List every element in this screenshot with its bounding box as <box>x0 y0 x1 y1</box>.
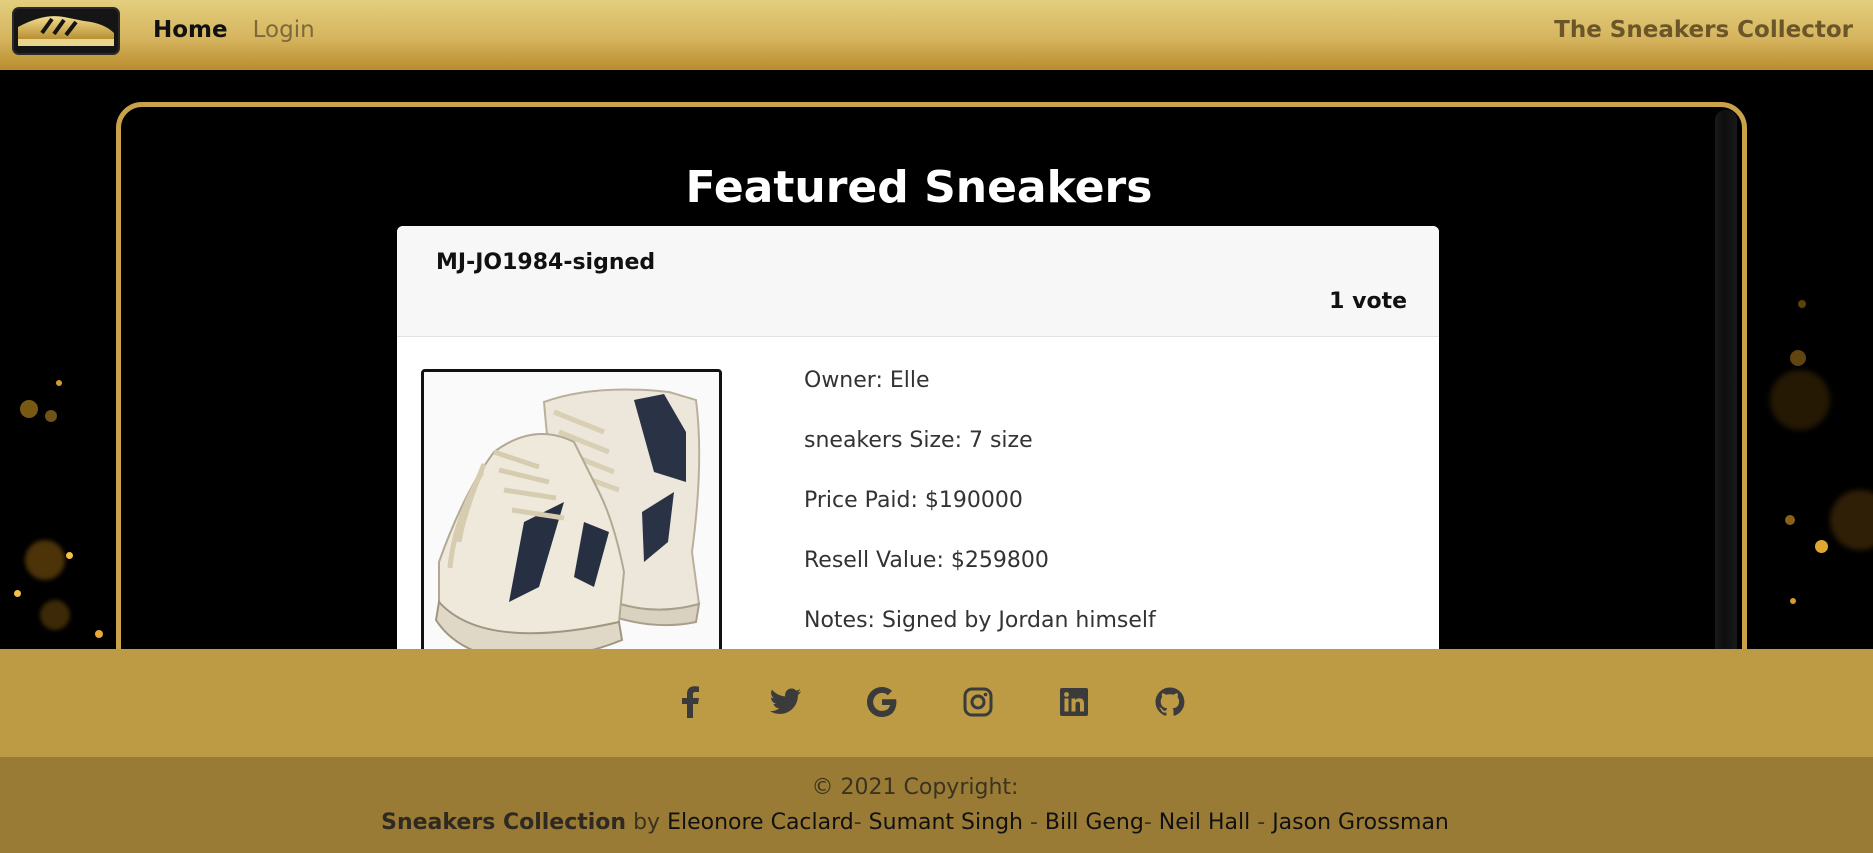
author-link[interactable]: Jason Grossman <box>1272 810 1449 835</box>
author-link[interactable]: Bill Geng <box>1045 810 1144 835</box>
separator: - <box>1250 810 1273 835</box>
facebook-icon[interactable] <box>673 685 707 719</box>
github-icon[interactable] <box>1153 685 1187 719</box>
sneaker-details: Owner: Elle sneakers Size: 7 size Price … <box>804 366 1156 666</box>
linkedin-icon[interactable] <box>1057 685 1091 719</box>
vote-count: 1 vote <box>1329 289 1407 314</box>
separator: - <box>1022 810 1045 835</box>
separator: - <box>853 810 869 835</box>
navbar: Home Login The Sneakers Collector <box>0 0 1873 70</box>
owner-text: Owner: Elle <box>804 368 930 393</box>
separator: - <box>1143 810 1159 835</box>
social-icons <box>673 685 1249 719</box>
brand-name[interactable]: The Sneakers Collector <box>1554 15 1853 45</box>
project-name[interactable]: Sneakers Collection <box>381 810 626 835</box>
sneaker-name: MJ-JO1984-signed <box>436 250 656 275</box>
credits-line: Sneakers Collection by Eleonore Caclard-… <box>0 808 1830 838</box>
author-link[interactable]: Eleonore Caclard <box>667 810 854 835</box>
page-title: Featured Sneakers <box>685 162 1153 213</box>
twitter-icon[interactable] <box>769 685 803 719</box>
nav-login-link[interactable]: Login <box>253 15 315 45</box>
instagram-icon[interactable] <box>961 685 995 719</box>
footer-copyright-bar <box>0 757 1873 853</box>
scrollbar[interactable] <box>1715 110 1737 670</box>
author-link[interactable]: Sumant Singh <box>869 810 1023 835</box>
card-header: MJ-JO1984-signed 1 vote <box>397 226 1439 337</box>
sneaker-image[interactable] <box>421 369 722 675</box>
author-link[interactable]: Neil Hall <box>1159 810 1250 835</box>
notes-text: Notes: Signed by Jordan himself <box>804 608 1156 633</box>
price-paid-text: Price Paid: $190000 <box>804 488 1023 513</box>
by-text: by <box>626 810 668 835</box>
size-text: sneakers Size: 7 size <box>804 428 1033 453</box>
sneaker-logo-icon[interactable] <box>12 7 120 55</box>
copyright-text: © 2021 Copyright: <box>811 775 1019 800</box>
resell-value-text: Resell Value: $259800 <box>804 548 1049 573</box>
nav-home-link[interactable]: Home <box>153 15 228 45</box>
google-icon[interactable] <box>865 685 899 719</box>
